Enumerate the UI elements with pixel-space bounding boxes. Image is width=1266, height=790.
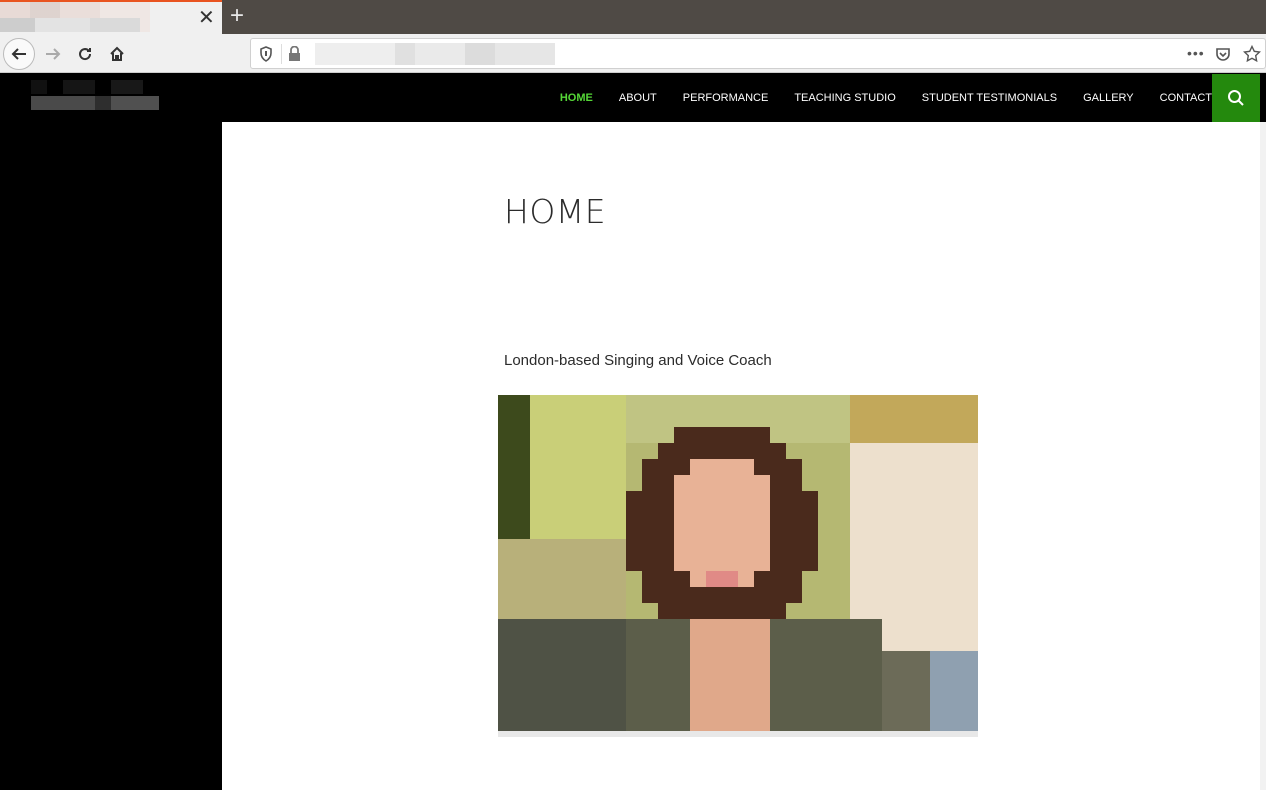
page-title: HOME <box>504 192 607 231</box>
menu-item-contact[interactable]: CONTACT <box>1160 92 1212 104</box>
main-content: HOME London-based Singing and Voice Coac… <box>222 122 1260 790</box>
divider <box>281 44 282 64</box>
back-button[interactable] <box>3 38 35 70</box>
forward-arrow-icon <box>46 48 61 60</box>
new-tab-button[interactable]: + <box>230 3 244 29</box>
primary-menu: HOME ABOUT PERFORMANCE TEACHING STUDIO S… <box>534 74 1212 122</box>
site-logo-subtitle <box>31 96 159 110</box>
nav-toolbar: ••• <box>0 34 1266 73</box>
back-arrow-icon <box>11 48 26 60</box>
tab-bar: ✕ + <box>0 0 1266 34</box>
close-icon[interactable]: ✕ <box>198 8 215 28</box>
site-logo[interactable] <box>31 80 143 94</box>
menu-item-performance[interactable]: PERFORMANCE <box>683 92 769 104</box>
forward-button[interactable] <box>37 38 69 70</box>
home-icon <box>110 46 124 61</box>
url-bar[interactable]: ••• <box>250 38 1266 69</box>
more-actions-icon[interactable]: ••• <box>1187 45 1205 61</box>
lock-icon[interactable] <box>288 46 301 61</box>
menu-item-gallery[interactable]: GALLERY <box>1083 92 1134 104</box>
menu-item-home[interactable]: HOME <box>560 92 593 104</box>
menu-item-about[interactable]: ABOUT <box>619 92 657 104</box>
reload-button[interactable] <box>69 38 101 70</box>
site-header: HOME ABOUT PERFORMANCE TEACHING STUDIO S… <box>0 74 1266 122</box>
tagline: London-based Singing and Voice Coach <box>504 352 772 369</box>
scrollbar[interactable] <box>1260 122 1266 790</box>
home-button[interactable] <box>101 38 133 70</box>
reload-icon <box>79 48 92 61</box>
pocket-icon[interactable] <box>1215 46 1231 62</box>
star-icon[interactable] <box>1243 45 1261 63</box>
search-button[interactable] <box>1212 74 1260 122</box>
shield-icon[interactable] <box>259 46 273 62</box>
portrait-image <box>498 395 978 737</box>
menu-item-student-testimonials[interactable]: STUDENT TESTIMONIALS <box>922 92 1057 104</box>
menu-item-teaching-studio[interactable]: TEACHING STUDIO <box>794 92 895 104</box>
url-text[interactable] <box>315 43 555 65</box>
search-icon <box>1228 90 1244 106</box>
browser-tab[interactable]: ✕ <box>0 0 222 34</box>
tab-title-blur <box>0 18 140 32</box>
